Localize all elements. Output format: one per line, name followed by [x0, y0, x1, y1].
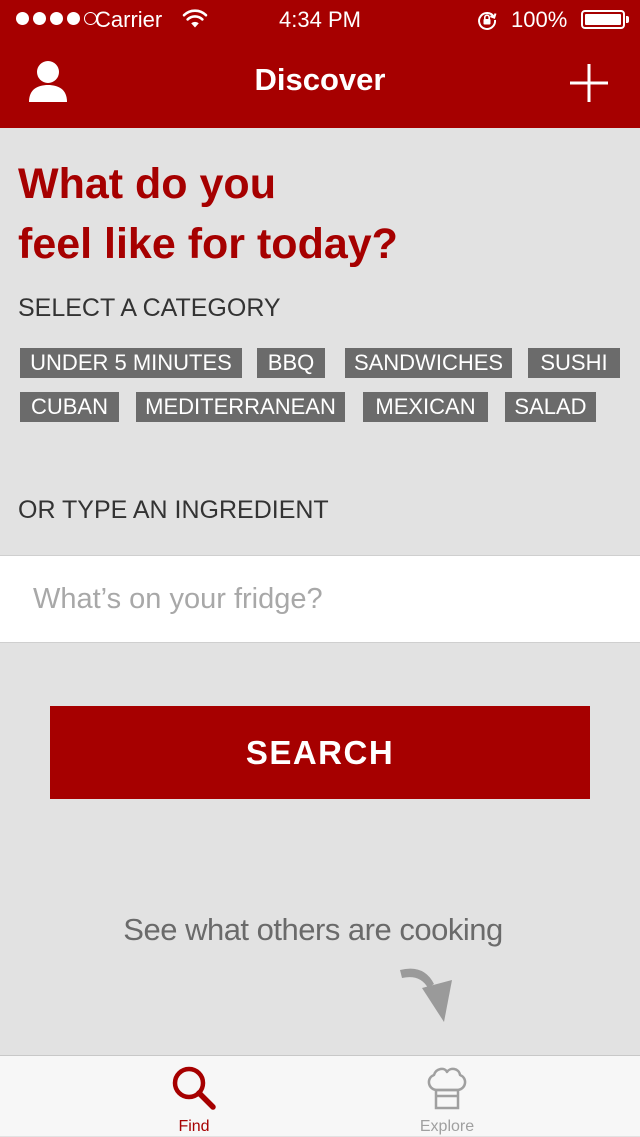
category-chip-salad[interactable]: SALAD	[505, 392, 596, 422]
rotation-lock-icon	[478, 12, 497, 30]
tab-explore-label: Explore	[419, 1118, 475, 1135]
battery-percentage: 100%	[511, 7, 568, 32]
page-title: Discover	[254, 62, 386, 97]
status-bar: Carrier 4:34 PM 100%	[0, 0, 640, 40]
category-chip-under-5-minutes[interactable]: UNDER 5 MINUTES	[20, 348, 242, 378]
tab-find-label: Find	[178, 1118, 210, 1135]
ingredient-input[interactable]	[0, 555, 640, 643]
top-bar: Carrier 4:34 PM 100% Discover	[0, 0, 640, 128]
search-button[interactable]: SEARCH	[50, 706, 590, 799]
category-chip-cuban[interactable]: CUBAN	[20, 392, 119, 422]
category-section-label: SELECT A CATEGORY	[18, 294, 281, 322]
headline-line-1: What do you	[18, 160, 276, 208]
add-button[interactable]	[566, 60, 612, 106]
headline-line-2: feel like for today?	[18, 220, 398, 268]
tab-explore[interactable]: Explore	[347, 1056, 547, 1137]
category-chip-mediterranean[interactable]: MEDITERRANEAN	[136, 392, 345, 422]
ingredient-section-label: OR TYPE AN INGREDIENT	[18, 496, 329, 524]
tab-find[interactable]: Find	[94, 1056, 294, 1137]
see-others-cooking-link[interactable]: See what others are cooking	[0, 912, 626, 948]
chef-hat-icon	[427, 1067, 467, 1110]
category-chip-sandwiches[interactable]: SANDWICHES	[345, 348, 512, 378]
headline: What do you feel like for today?	[18, 154, 618, 274]
category-chip-bbq[interactable]: BBQ	[257, 348, 325, 378]
tab-bar: Find Explore	[0, 1055, 640, 1136]
category-chip-mexican[interactable]: MEXICAN	[363, 392, 488, 422]
category-chip-sushi[interactable]: SUSHI	[528, 348, 620, 378]
plus-icon	[570, 64, 608, 102]
curved-arrow-icon	[400, 968, 452, 1022]
search-icon	[172, 1066, 216, 1110]
battery-icon	[581, 10, 629, 29]
